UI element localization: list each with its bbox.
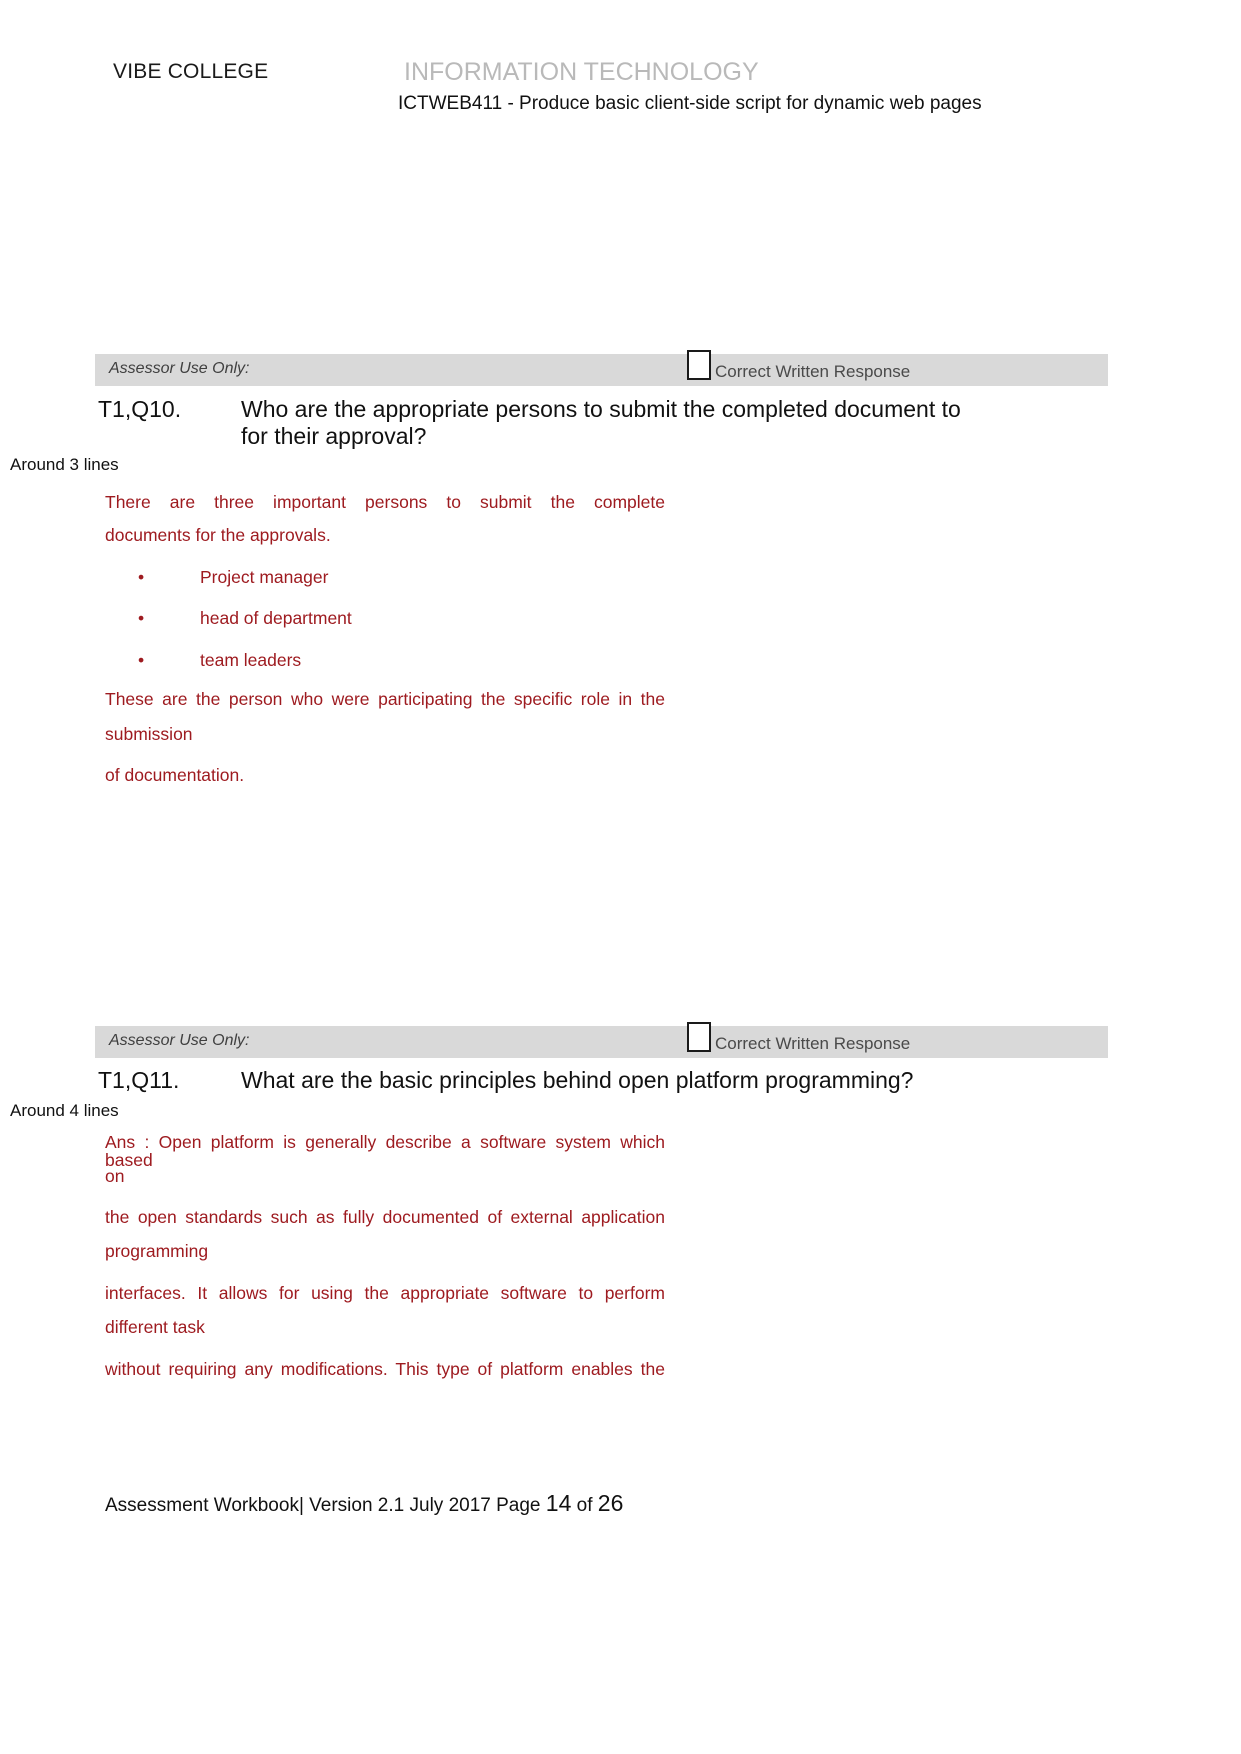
answer-line-q11-4: programming — [105, 1241, 209, 1261]
answer-line-q10-1: There are three important persons to sub… — [105, 492, 665, 512]
header-college-name: VIBE COLLEGE — [113, 60, 269, 83]
answer-hint-q10: Around 3 lines — [10, 455, 119, 474]
document-page: VIBE COLLEGE INFORMATION TECHNOLOGY ICTW… — [0, 0, 1241, 1754]
assessor-use-only-bar: Assessor Use Only: Correct Written Respo… — [95, 350, 1108, 386]
assessor-use-only-bar: Assessor Use Only: Correct Written Respo… — [95, 1022, 1108, 1058]
answer-bullet-label: team leaders — [200, 650, 302, 670]
footer-of: of — [571, 1495, 598, 1516]
question-id-q10: T1,Q10. — [98, 396, 182, 422]
question-id-q11: T1,Q11. — [98, 1067, 180, 1093]
correct-written-response-checkbox[interactable] — [687, 350, 711, 380]
correct-written-response-label: Correct Written Response — [715, 362, 911, 381]
footer-page-number: 14 — [545, 1490, 572, 1516]
footer-text: Assessment Workbook| Version 2.1 July 20… — [105, 1495, 546, 1516]
footer-total-pages: 26 — [597, 1490, 624, 1516]
correct-written-response-label: Correct Written Response — [715, 1034, 911, 1053]
answer-line-q11-2: on — [105, 1166, 125, 1186]
answer-line-q11-3: the open standards such as fully documen… — [105, 1207, 665, 1227]
bullet-dot-icon: • — [138, 608, 145, 628]
answer-bullet-q10-3: • team leaders — [138, 650, 301, 671]
assessor-use-only-label: Assessor Use Only: — [109, 1032, 250, 1049]
answer-bullet-label: head of department — [200, 608, 352, 628]
answer-line-q10-4: submission — [105, 724, 193, 744]
assessor-use-only-label: Assessor Use Only: — [109, 360, 250, 377]
correct-written-response-checkbox[interactable] — [687, 1022, 711, 1052]
answer-line-q11-6: different task — [105, 1317, 205, 1337]
page-footer: Assessment Workbook| Version 2.1 July 20… — [105, 1490, 623, 1517]
question-text-q11: What are the basic principles behind ope… — [241, 1067, 914, 1093]
header-department: INFORMATION TECHNOLOGY — [404, 58, 759, 86]
answer-bullet-q10-1: • Project manager — [138, 567, 328, 588]
answer-hint-q11: Around 4 lines — [10, 1101, 119, 1120]
question-text-q10: Who are the appropriate persons to submi… — [241, 396, 961, 449]
answer-bullet-q10-2: • head of department — [138, 608, 352, 629]
answer-line-q11-7: without requiring any modifications. Thi… — [105, 1359, 665, 1379]
answer-bullet-label: Project manager — [200, 567, 329, 587]
bullet-dot-icon: • — [138, 567, 145, 587]
answer-line-q10-2: documents for the approvals. — [105, 525, 331, 545]
answer-line-q11-5: interfaces. It allows for using the appr… — [105, 1283, 665, 1303]
answer-line-q10-3: These are the person who were participat… — [105, 689, 665, 709]
answer-line-q11-1: Ans : Open platform is generally describ… — [105, 1132, 665, 1170]
bullet-dot-icon: • — [138, 650, 145, 670]
header-unit-code: ICTWEB411 - Produce basic client-side sc… — [398, 93, 982, 114]
answer-line-q10-5: of documentation. — [105, 765, 245, 785]
